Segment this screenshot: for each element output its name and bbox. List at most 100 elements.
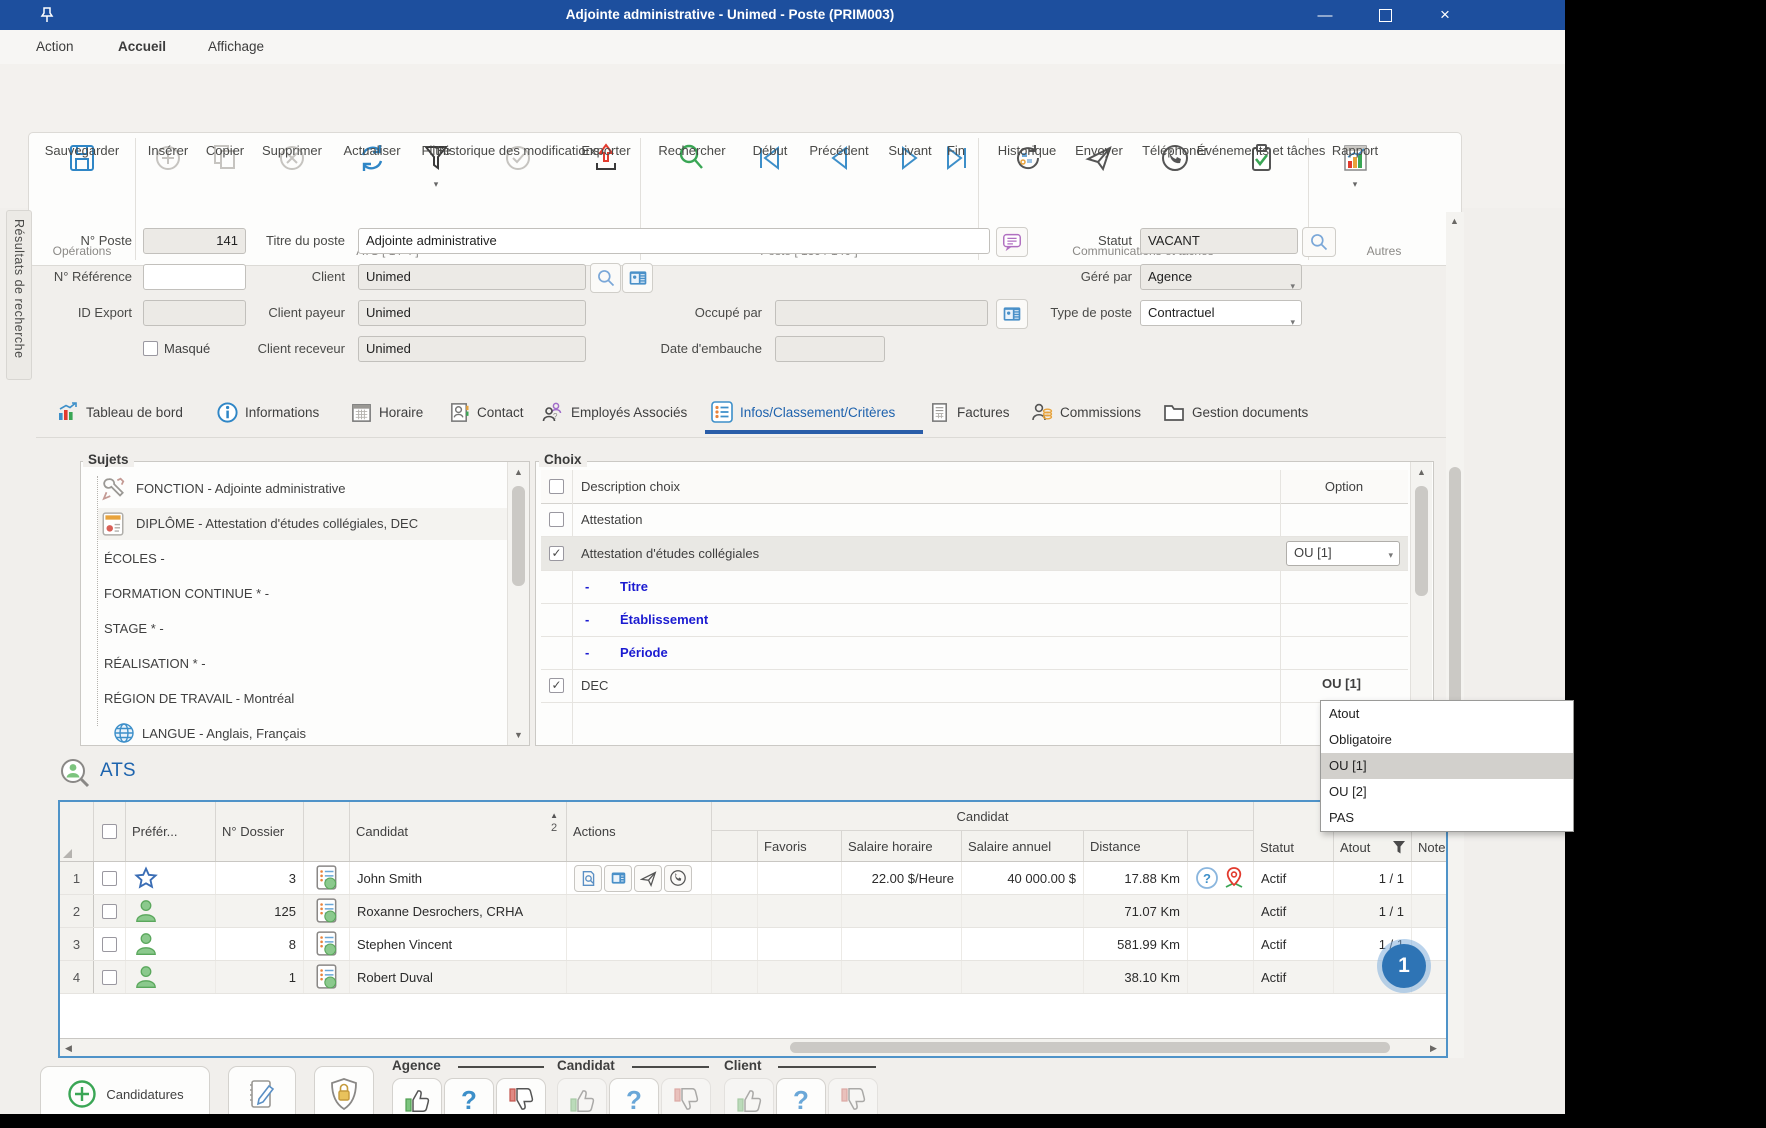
agence-thumbs-up-button[interactable] [392, 1078, 442, 1114]
client-payeur-field[interactable]: Unimed [358, 300, 586, 326]
preview-document-button[interactable] [574, 865, 602, 892]
masque-checkbox[interactable] [143, 341, 158, 356]
security-button[interactable] [314, 1066, 374, 1114]
tree-item-stage[interactable]: STAGE * - [104, 621, 164, 636]
scroll-up-icon[interactable]: ▲ [514, 467, 523, 477]
refresh-button[interactable]: Actualiser [334, 138, 410, 178]
ats-horizontal-scrollbar[interactable]: ◀ ▶ [60, 1038, 1446, 1056]
col-salaire-horaire[interactable]: Salaire horaire [842, 831, 962, 861]
choix-scroll-thumb[interactable] [1415, 486, 1428, 596]
col-salaire-annuel[interactable]: Salaire annuel [962, 831, 1084, 861]
candidat-thumbs-up-button[interactable] [557, 1078, 607, 1114]
report-button[interactable]: Rapport ▾ [1324, 138, 1386, 189]
col-favoris[interactable]: Favoris [758, 831, 842, 861]
client-thumbs-up-button[interactable] [724, 1078, 774, 1114]
tab-contact[interactable]: Contact [448, 396, 524, 428]
gere-par-combo[interactable]: Agence ▾ [1140, 264, 1302, 290]
client-open-button[interactable] [622, 263, 653, 293]
statut-field[interactable]: VACANT [1140, 228, 1298, 254]
copy-button[interactable]: Copier [198, 138, 252, 178]
occupe-par-open-button[interactable] [996, 299, 1028, 329]
agence-thumbs-down-button[interactable] [496, 1078, 546, 1114]
choix-sub-periode[interactable]: Période [620, 645, 668, 660]
client-search-button[interactable] [590, 263, 621, 293]
menu-action[interactable]: Action [30, 36, 80, 57]
ats-hscroll-thumb[interactable] [790, 1042, 1390, 1053]
option-combo[interactable]: OU [1] ▾ [1286, 541, 1400, 566]
row-checkbox[interactable] [102, 871, 117, 886]
date-embauche-field[interactable] [775, 336, 885, 362]
tree-item-realisation[interactable]: RÉALISATION * - [104, 656, 206, 671]
choix-row-checkbox-checked[interactable] [549, 546, 564, 561]
tab-horaire[interactable]: Horaire [350, 396, 423, 428]
occupe-par-field[interactable] [775, 300, 988, 326]
filter-applied-icon[interactable] [1392, 840, 1406, 856]
col-actions[interactable]: Actions [567, 802, 712, 861]
minimize-button[interactable]: — [1302, 0, 1348, 30]
statut-search-button[interactable] [1302, 227, 1336, 257]
header-checkbox[interactable] [102, 824, 117, 839]
comment-button[interactable] [996, 227, 1028, 257]
person-icon[interactable] [133, 898, 159, 924]
tree-item-fonction[interactable]: FONCTION - Adjointe administrative [136, 481, 346, 496]
history-modifications-button[interactable]: Historique des modifications [466, 138, 570, 178]
menu-affichage[interactable]: Affichage [202, 36, 270, 57]
open-folder-button[interactable] [604, 865, 632, 892]
last-record-button[interactable]: Fin [938, 138, 974, 178]
choix-sub-titre[interactable]: Titre [620, 579, 648, 594]
titre-du-poste-field[interactable]: Adjointe administrative [358, 228, 990, 254]
row-checkbox[interactable] [102, 937, 117, 952]
choix-select-all-checkbox[interactable] [549, 479, 564, 494]
maximize-button[interactable] [1362, 0, 1408, 30]
edit-note-button[interactable] [228, 1066, 296, 1114]
call-button[interactable] [664, 865, 692, 892]
candidate-file-icon[interactable] [316, 865, 338, 891]
tree-item-formation-continue[interactable]: FORMATION CONTINUE * - [104, 586, 269, 601]
dropdown-item-atout[interactable]: Atout [1321, 701, 1573, 727]
col-candidat[interactable]: Candidat ▲ 2 [350, 802, 567, 861]
tab-employes-associes[interactable]: ? Employés Associés [540, 396, 687, 428]
choix-row-checkbox-checked[interactable] [549, 678, 564, 693]
candidat-unknown-button[interactable]: ? [609, 1078, 659, 1114]
events-tasks-button[interactable]: Événements et tâches [1216, 138, 1306, 178]
tree-item-diplome[interactable]: DIPLÔME - Attestation d'études collégial… [136, 516, 418, 531]
ats-row-robert-duval[interactable]: 4 1 Robert Duval 38.10 Km Actif [60, 961, 1446, 994]
export-button[interactable]: Exporter [574, 138, 638, 178]
save-button[interactable]: Sauvegarder [36, 138, 128, 178]
ats-row-roxanne-desrochers[interactable]: 2 125 Roxanne Desrochers, CRHA 71.07 Km … [60, 895, 1446, 928]
corner-header-cell[interactable] [60, 802, 94, 861]
dropdown-item-ou1-selected[interactable]: OU [1] [1321, 753, 1573, 779]
choix-row-attestation-etudes[interactable]: Attestation d'études collégiales [581, 546, 759, 561]
tree-item-region-de-travail[interactable]: RÉGION DE TRAVAIL - Montréal [104, 691, 294, 706]
send-message-button[interactable] [634, 865, 662, 892]
header-select-all[interactable] [94, 802, 126, 861]
insert-button[interactable]: Insérer [140, 138, 196, 178]
tree-item-langue[interactable]: LANGUE - Anglais, Français [142, 726, 306, 741]
location-pin-icon[interactable] [1222, 866, 1246, 890]
close-button[interactable]: × [1422, 0, 1468, 30]
tab-tableau-de-bord[interactable]: Tableau de bord [56, 396, 183, 428]
previous-record-button[interactable]: Précédent [800, 138, 878, 178]
scroll-up-icon[interactable]: ▲ [1417, 467, 1426, 477]
dropdown-item-pas[interactable]: PAS [1321, 805, 1573, 831]
delete-button[interactable]: Supprimer [254, 138, 330, 178]
col-icons[interactable] [1188, 831, 1254, 861]
ats-row-stephen-vincent[interactable]: 3 8 Stephen Vincent 581.99 Km Actif 1 / … [60, 928, 1446, 961]
dec-option-value[interactable]: OU [1] [1322, 676, 1361, 691]
candidat-thumbs-down-button[interactable] [661, 1078, 711, 1114]
client-thumbs-down-button[interactable] [828, 1078, 878, 1114]
person-icon[interactable] [133, 964, 159, 990]
tab-commissions[interactable]: Commissions [1030, 396, 1141, 428]
col-blank[interactable] [712, 831, 758, 861]
dropdown-item-obligatoire[interactable]: Obligatoire [1321, 727, 1573, 753]
tab-gestion-documents[interactable]: Gestion documents [1162, 396, 1308, 428]
tab-informations[interactable]: Informations [216, 396, 319, 428]
preferred-star-icon[interactable] [133, 866, 159, 891]
next-record-button[interactable]: Suivant [880, 138, 940, 178]
client-unknown-button[interactable]: ? [776, 1078, 826, 1114]
person-icon[interactable] [133, 931, 159, 957]
candidate-file-icon[interactable] [316, 898, 338, 924]
choix-sub-etablissement[interactable]: Établissement [620, 612, 708, 627]
client-field[interactable]: Unimed [358, 264, 586, 290]
communication-history-button[interactable]: Historique [988, 138, 1066, 178]
